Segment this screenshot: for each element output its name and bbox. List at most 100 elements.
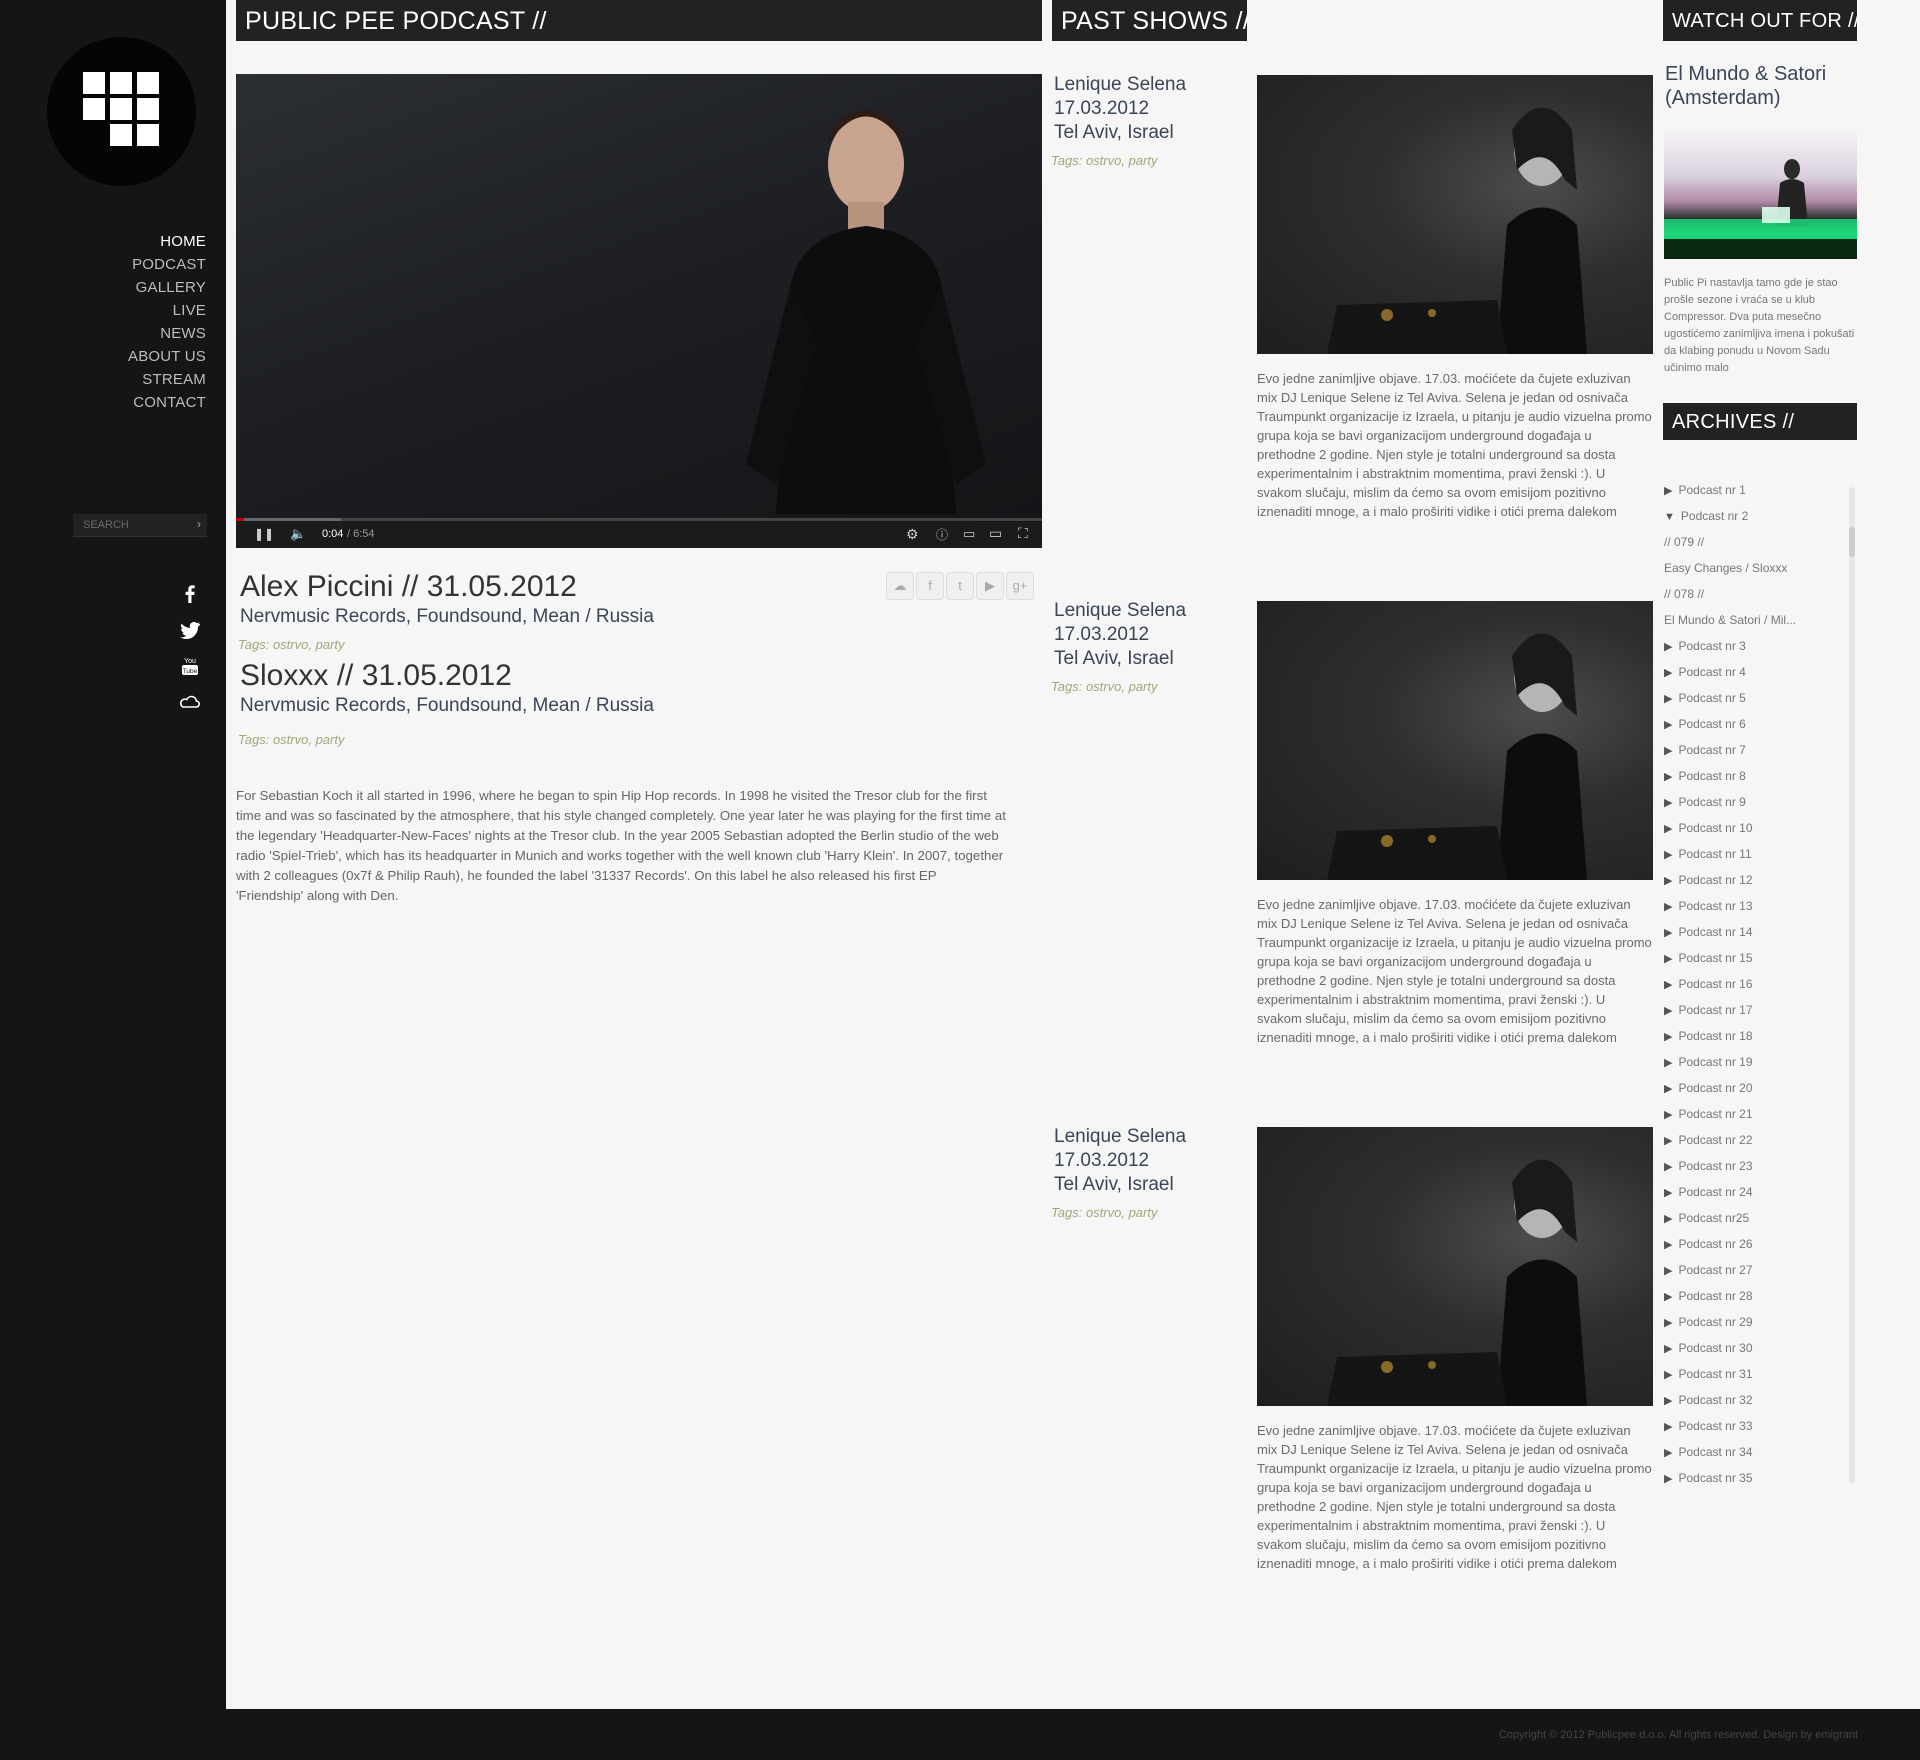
facebook-icon[interactable] bbox=[178, 582, 202, 606]
past-show-place: Tel Aviv, Israel bbox=[1054, 648, 1174, 669]
archive-item[interactable]: ▶ Podcast nr 30 bbox=[1664, 1335, 1854, 1361]
archive-item[interactable]: ▶ Podcast nr 11 bbox=[1664, 841, 1854, 867]
past-show-name[interactable]: Lenique Selena bbox=[1054, 1125, 1186, 1149]
tags-label: Tags: bbox=[1051, 679, 1083, 694]
nav-item-podcast[interactable]: PODCAST bbox=[128, 253, 206, 276]
archive-item[interactable]: ▶ Podcast nr 29 bbox=[1664, 1309, 1854, 1335]
archive-item[interactable]: // 078 // bbox=[1664, 581, 1854, 607]
archive-item[interactable]: ▶ Podcast nr 21 bbox=[1664, 1101, 1854, 1127]
archive-item[interactable]: ▶ Podcast nr 6 bbox=[1664, 711, 1854, 737]
archive-item[interactable]: ▶ Podcast nr 19 bbox=[1664, 1049, 1854, 1075]
soundcloud-icon[interactable] bbox=[178, 690, 202, 714]
archive-item[interactable]: ▶ Podcast nr25 bbox=[1664, 1205, 1854, 1231]
show-title[interactable]: Sloxxx // 31.05.2012 bbox=[240, 659, 512, 693]
archive-item[interactable]: ▶ Podcast nr 18 bbox=[1664, 1023, 1854, 1049]
archive-item-label: // 079 // bbox=[1664, 535, 1705, 549]
soundcloud-icon[interactable]: ☁ bbox=[886, 572, 914, 600]
info-icon[interactable]: ⓘ bbox=[936, 526, 948, 543]
archive-item-label: Easy Changes / Sloxxx bbox=[1664, 561, 1788, 575]
archive-item[interactable]: ▶ Podcast nr 34 bbox=[1664, 1439, 1854, 1465]
archive-item[interactable]: El Mundo & Satori / Mil... bbox=[1664, 607, 1854, 633]
past-show-photo[interactable] bbox=[1257, 75, 1653, 354]
archive-item[interactable]: ▶ Podcast nr 7 bbox=[1664, 737, 1854, 763]
nav-item-about-us[interactable]: ABOUT US bbox=[128, 345, 206, 368]
archive-item-label: Podcast nr 28 bbox=[1678, 1289, 1753, 1303]
archive-item[interactable]: ▶ Podcast nr 32 bbox=[1664, 1387, 1854, 1413]
large-player-icon[interactable]: ▭ bbox=[989, 525, 1002, 542]
archive-item-label: Podcast nr 16 bbox=[1678, 977, 1753, 991]
video-player[interactable]: ❚❚ 🔈 0:04 / 6:54 ⚙ ⓘ ▭ ▭ ⛶ bbox=[236, 74, 1042, 548]
archive-item[interactable]: ▶ Podcast nr 4 bbox=[1664, 659, 1854, 685]
watch-out-title[interactable]: El Mundo & Satori (Amsterdam) bbox=[1665, 62, 1920, 110]
fullscreen-icon[interactable]: ⛶ bbox=[1018, 525, 1028, 542]
tags-links[interactable]: ostrvo, party bbox=[1086, 153, 1158, 168]
archive-item[interactable]: ▶ Podcast nr 13 bbox=[1664, 893, 1854, 919]
search-input[interactable] bbox=[73, 514, 193, 536]
archives-scroll-thumb[interactable] bbox=[1849, 527, 1855, 557]
googleplus-icon[interactable]: g+ bbox=[1006, 572, 1034, 600]
archive-item[interactable]: ▶ Podcast nr 26 bbox=[1664, 1231, 1854, 1257]
archives-list: ▶ Podcast nr 1 ▼ Podcast nr 2 // 079 // Easy… bbox=[1664, 477, 1854, 1491]
past-show-photo[interactable] bbox=[1257, 601, 1653, 880]
archive-item[interactable]: ▶ Podcast nr 9 bbox=[1664, 789, 1854, 815]
tags-links[interactable]: ostrvo, party bbox=[1086, 679, 1158, 694]
chevron-right-icon[interactable]: › bbox=[197, 517, 201, 531]
past-show-text: Evo jedne zanimljive objave. 17.03. moći… bbox=[1257, 897, 1652, 1045]
logo-square bbox=[137, 124, 159, 146]
nav-item-home[interactable]: HOME bbox=[128, 230, 206, 253]
nav-item-news[interactable]: NEWS bbox=[128, 322, 206, 345]
archive-item[interactable]: ▶ Podcast nr 22 bbox=[1664, 1127, 1854, 1153]
watch-out-photo[interactable] bbox=[1664, 131, 1857, 259]
triangle-down-icon: ▼ bbox=[1664, 511, 1675, 523]
archive-item[interactable]: ▶ Podcast nr 1 bbox=[1664, 477, 1854, 503]
archive-item[interactable]: ▶ Podcast nr 3 bbox=[1664, 633, 1854, 659]
nav-item-live[interactable]: LIVE bbox=[128, 299, 206, 322]
site-logo[interactable] bbox=[47, 37, 196, 186]
archive-item[interactable]: ▶ Podcast nr 10 bbox=[1664, 815, 1854, 841]
archive-item-label: Podcast nr25 bbox=[1678, 1211, 1750, 1225]
archive-item[interactable]: ▶ Podcast nr 5 bbox=[1664, 685, 1854, 711]
archive-item[interactable]: ▶ Podcast nr 33 bbox=[1664, 1413, 1854, 1439]
settings-icon[interactable]: ⚙ bbox=[906, 526, 919, 543]
archive-item[interactable]: ▶ Podcast nr 20 bbox=[1664, 1075, 1854, 1101]
past-show-name[interactable]: Lenique Selena bbox=[1054, 599, 1186, 623]
archive-item[interactable]: Easy Changes / Sloxxx bbox=[1664, 555, 1854, 581]
twitter-icon[interactable] bbox=[178, 618, 202, 642]
nav-item-stream[interactable]: STREAM bbox=[128, 368, 206, 391]
nav-item-contact[interactable]: CONTACT bbox=[128, 391, 206, 414]
archive-item[interactable]: ▶ Podcast nr 24 bbox=[1664, 1179, 1854, 1205]
archive-item[interactable]: // 079 // bbox=[1664, 529, 1854, 555]
archive-item[interactable]: ▶ Podcast nr 28 bbox=[1664, 1283, 1854, 1309]
archive-item[interactable]: ▶ Podcast nr 12 bbox=[1664, 867, 1854, 893]
archive-item[interactable]: ▶ Podcast nr 35 bbox=[1664, 1465, 1854, 1491]
archives-scrollbar[interactable] bbox=[1849, 487, 1855, 1483]
archive-item[interactable]: ▶ Podcast nr 17 bbox=[1664, 997, 1854, 1023]
archive-item[interactable]: ▶ Podcast nr 14 bbox=[1664, 919, 1854, 945]
youtube-icon[interactable]: ▶ bbox=[976, 572, 1004, 600]
past-show-name[interactable]: Lenique Selena bbox=[1054, 73, 1186, 97]
tags-label: Tags: bbox=[238, 637, 270, 652]
archive-item[interactable]: ▶ Podcast nr 16 bbox=[1664, 971, 1854, 997]
twitter-icon[interactable]: t bbox=[946, 572, 974, 600]
tags-links[interactable]: ostrvo, party bbox=[273, 732, 345, 747]
small-player-icon[interactable]: ▭ bbox=[963, 526, 975, 542]
tags-links[interactable]: ostrvo, party bbox=[273, 637, 345, 652]
archive-item[interactable]: ▶ Podcast nr 8 bbox=[1664, 763, 1854, 789]
video-thumbnail bbox=[746, 110, 986, 514]
past-show-photo[interactable] bbox=[1257, 1127, 1653, 1406]
archive-item[interactable]: ▶ Podcast nr 15 bbox=[1664, 945, 1854, 971]
archive-item[interactable]: ▶ Podcast nr 23 bbox=[1664, 1153, 1854, 1179]
video-progress-bar[interactable] bbox=[236, 518, 1042, 521]
triangle-right-icon: ▶ bbox=[1664, 1265, 1673, 1277]
archive-item[interactable]: ▶ Podcast nr 31 bbox=[1664, 1361, 1854, 1387]
volume-icon[interactable]: 🔈 bbox=[290, 526, 306, 542]
archive-item[interactable]: ▼ Podcast nr 2 bbox=[1664, 503, 1854, 529]
facebook-icon[interactable]: f bbox=[916, 572, 944, 600]
show-title[interactable]: Alex Piccini // 31.05.2012 bbox=[240, 570, 577, 604]
pause-icon[interactable]: ❚❚ bbox=[254, 527, 274, 541]
youtube-icon[interactable]: You Tube bbox=[178, 654, 202, 678]
nav-item-gallery[interactable]: GALLERY bbox=[128, 276, 206, 299]
logo-square bbox=[110, 98, 132, 120]
archive-item[interactable]: ▶ Podcast nr 27 bbox=[1664, 1257, 1854, 1283]
tags-links[interactable]: ostrvo, party bbox=[1086, 1205, 1158, 1220]
